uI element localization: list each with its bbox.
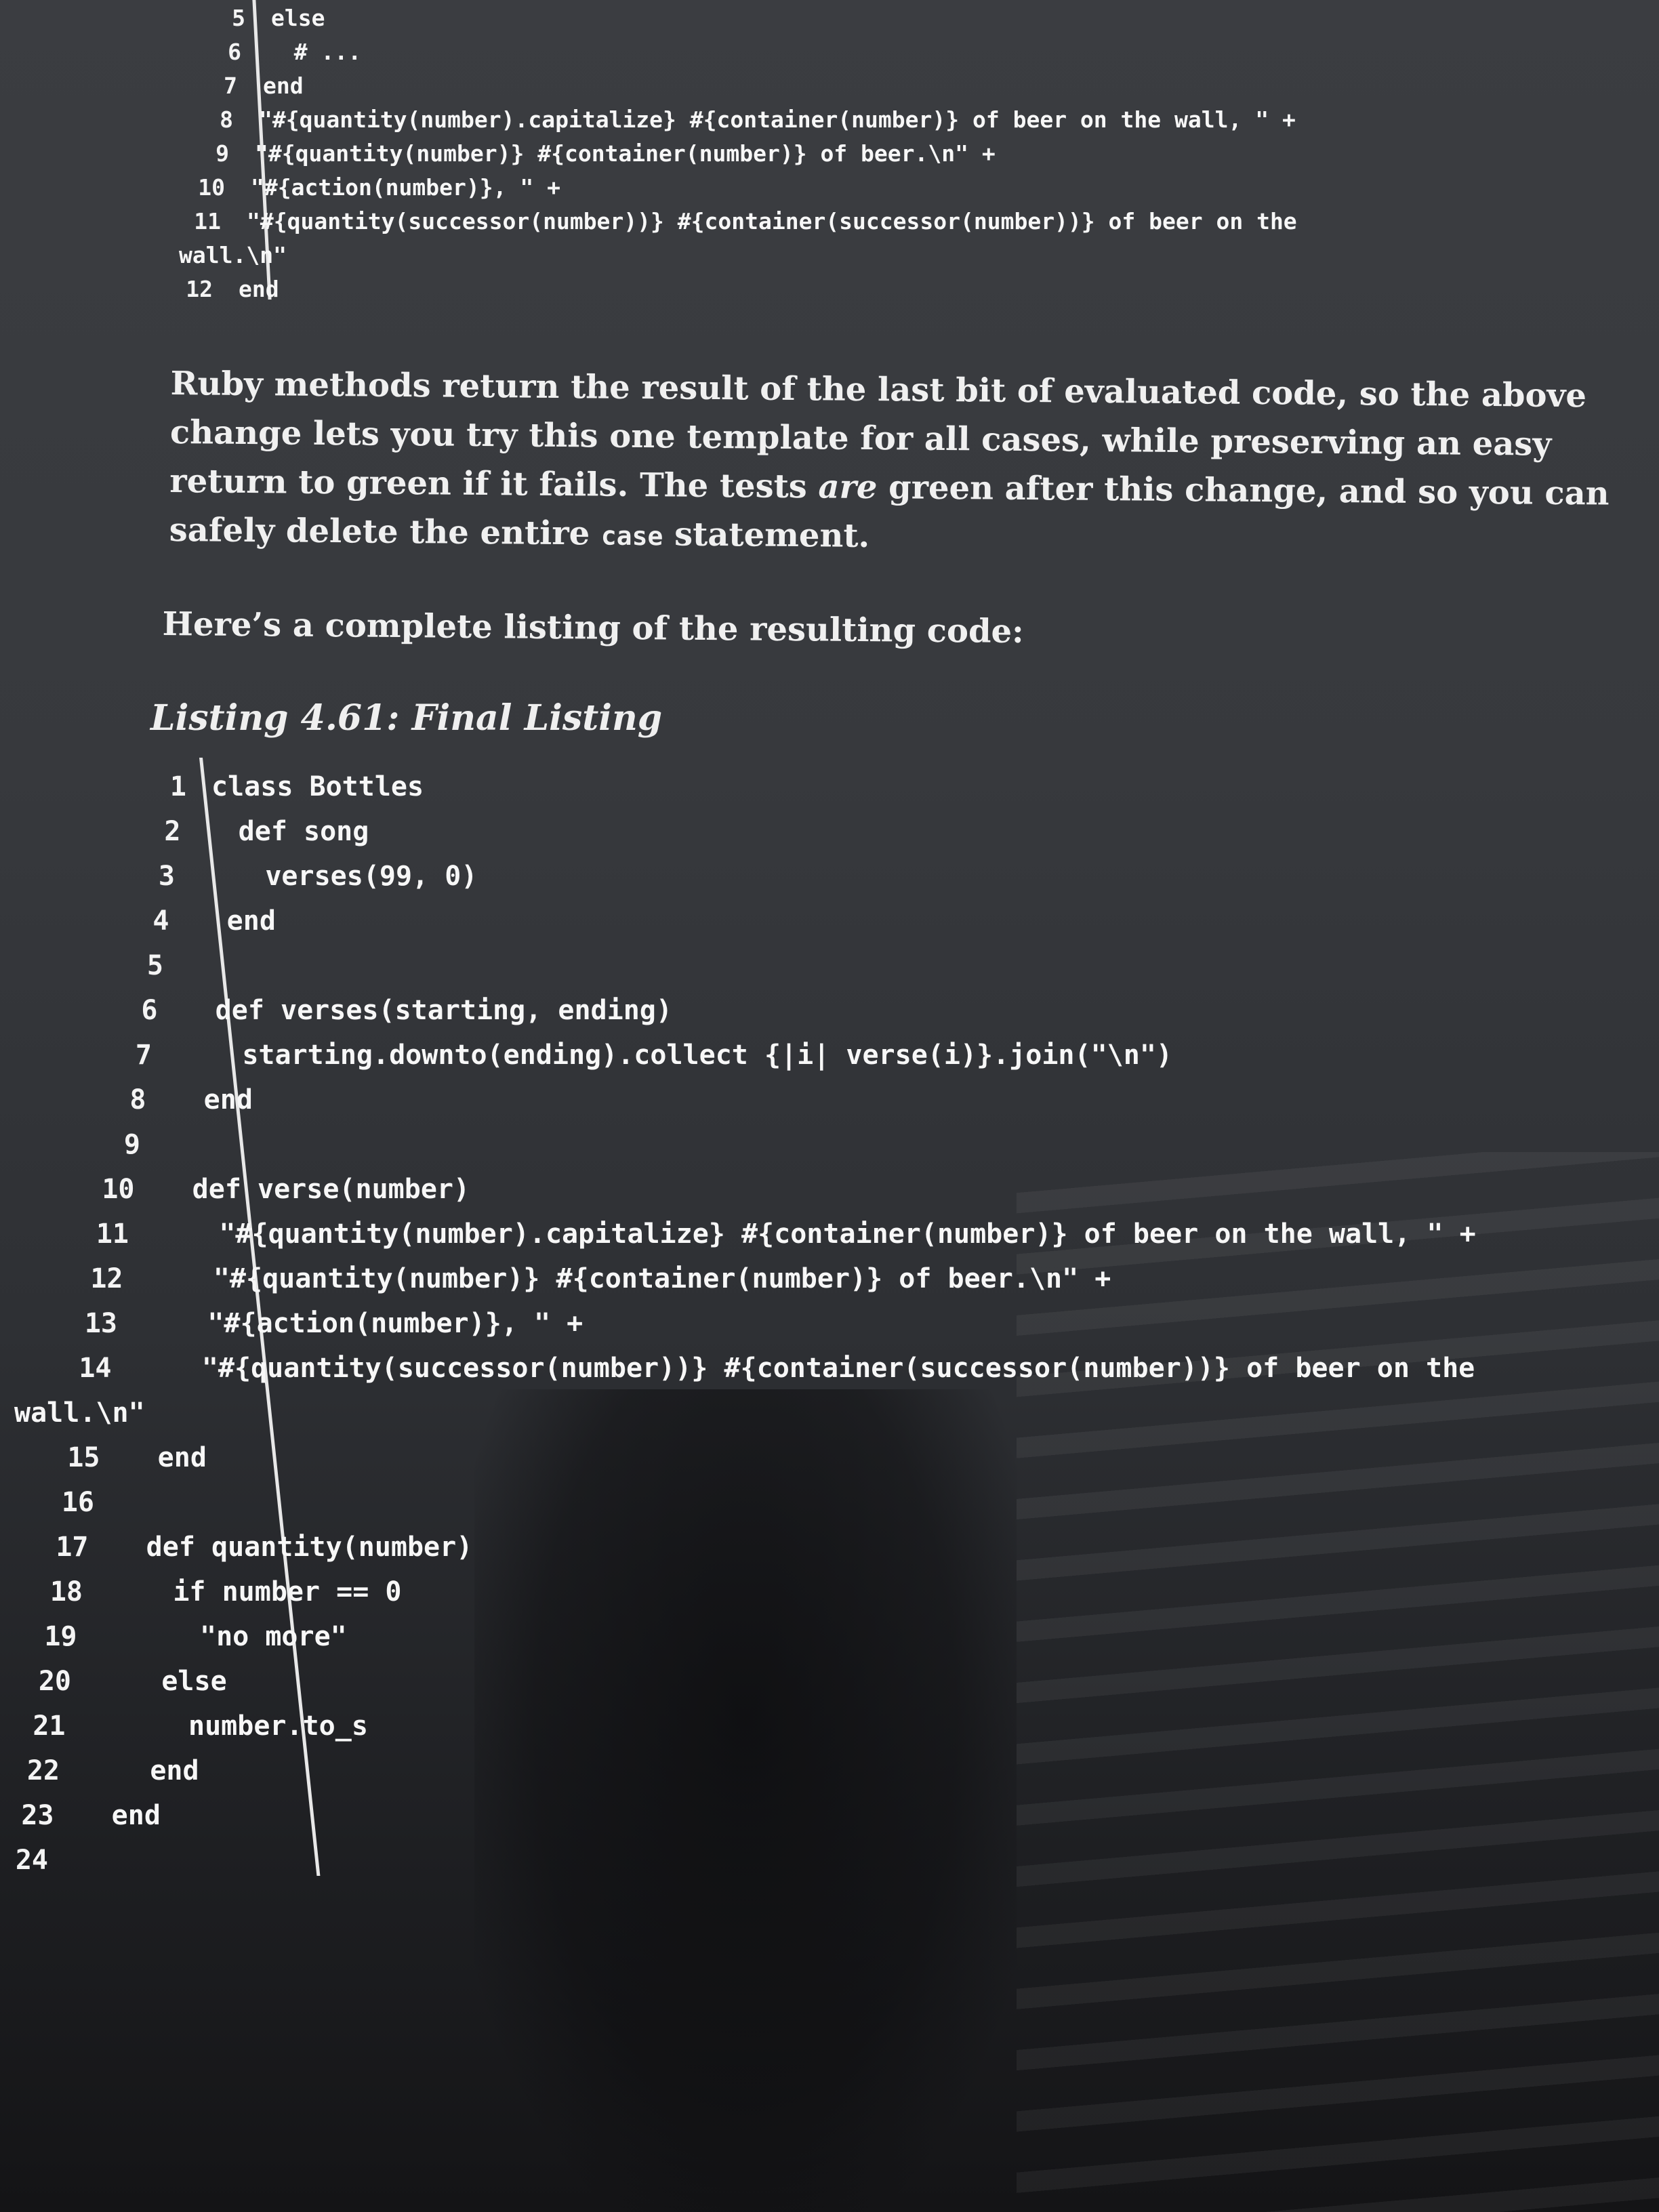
code-line: wall.\n" <box>179 242 287 268</box>
code-line: # ... <box>267 39 362 65</box>
emphasis-are: are <box>818 468 878 507</box>
code-line: end <box>125 1442 207 1473</box>
code-line: end <box>171 1084 253 1115</box>
line-number: 9 <box>123 1129 140 1160</box>
line-number: 10 <box>102 1174 135 1205</box>
code-line: end <box>79 1800 161 1831</box>
code-line: "no more" <box>102 1621 347 1652</box>
paragraph-ruby-methods: Ruby methods return the result of the la… <box>169 359 1634 569</box>
code-line: number.to_s <box>90 1711 368 1742</box>
line-number: 3 <box>158 861 175 892</box>
line-number: 18 <box>49 1576 83 1607</box>
code-line: def verses(starting, ending) <box>182 995 672 1026</box>
code-line: end <box>239 276 279 302</box>
code-line: wall.\n" <box>14 1397 145 1429</box>
line-number: 23 <box>21 1800 54 1831</box>
code-line: "#{quantity(number)} #{container(number)… <box>148 1263 1111 1294</box>
code-line: starting.downto(ending).collect {|i| ver… <box>177 1040 1173 1071</box>
line-number: 12 <box>90 1263 123 1294</box>
line-number: 8 <box>220 106 233 133</box>
line-number: 19 <box>44 1621 77 1652</box>
line-number: 21 <box>33 1711 66 1742</box>
line-number: 17 <box>56 1532 89 1563</box>
line-number: 9 <box>216 140 229 167</box>
line-number: 1 <box>169 771 186 802</box>
code-line: else <box>271 5 325 31</box>
paragraph-text-3: statement. <box>663 515 870 556</box>
line-number: 20 <box>38 1666 71 1697</box>
code-line: "#{action(number)}, " + <box>142 1308 583 1339</box>
code-line: end <box>263 73 304 99</box>
listing-caption: Listing 4.61: Final Listing <box>150 697 663 739</box>
final-code-listing: 1 class Bottles 2 def song 3 verses(99, 0) 4… <box>0 745 1659 1938</box>
line-number: 5 <box>146 950 163 981</box>
line-number: 5 <box>232 5 245 31</box>
line-number: 8 <box>129 1084 146 1115</box>
ebook-page: 5 else 6 # ... 7 end 8 "#{quantity(number).cap… <box>0 0 1659 2212</box>
top-code-listing: 5 else 6 # ... 7 end 8 "#{quantity(number).cap… <box>0 0 1659 325</box>
line-number: 2 <box>164 816 181 847</box>
line-number: 13 <box>84 1308 117 1339</box>
code-line: def verse(number) <box>159 1174 470 1205</box>
code-line: if number == 0 <box>108 1576 402 1607</box>
code-line: verses(99, 0) <box>200 861 478 892</box>
line-number: 10 <box>198 174 225 201</box>
code-line: "#{quantity(successor(number))} #{contai… <box>247 208 1297 234</box>
code-line: "#{quantity(number).capitalize} #{contai… <box>154 1218 1476 1250</box>
line-number: 14 <box>79 1353 112 1384</box>
line-number: 15 <box>67 1442 100 1473</box>
code-line: def quantity(number) <box>113 1532 473 1563</box>
code-line: end <box>194 905 276 937</box>
line-number: 11 <box>194 208 221 234</box>
code-line: def song <box>205 816 369 847</box>
line-number: 24 <box>15 1845 48 1876</box>
line-number: 12 <box>186 276 213 302</box>
line-number: 7 <box>224 73 237 99</box>
line-number: 4 <box>152 905 169 937</box>
line-number: 7 <box>135 1040 152 1071</box>
code-line: "#{quantity(successor(number))} #{contai… <box>136 1353 1475 1384</box>
code-line: end <box>85 1755 199 1786</box>
line-number: 6 <box>228 39 241 65</box>
paragraph-complete-listing: Here’s a complete listing of the resulti… <box>162 605 1025 651</box>
line-number: 6 <box>141 995 158 1026</box>
code-line: "#{quantity(number).capitalize} #{contai… <box>259 106 1296 133</box>
inline-code-case: case <box>600 520 663 552</box>
code-line: class Bottles <box>211 771 424 802</box>
code-line: "#{action(number)}, " + <box>251 174 560 201</box>
line-number: 22 <box>26 1755 60 1786</box>
line-number: 11 <box>96 1218 129 1250</box>
line-number: 16 <box>61 1487 94 1518</box>
code-line: "#{quantity(number)} #{container(number)… <box>255 140 996 167</box>
code-line: else <box>96 1666 227 1697</box>
